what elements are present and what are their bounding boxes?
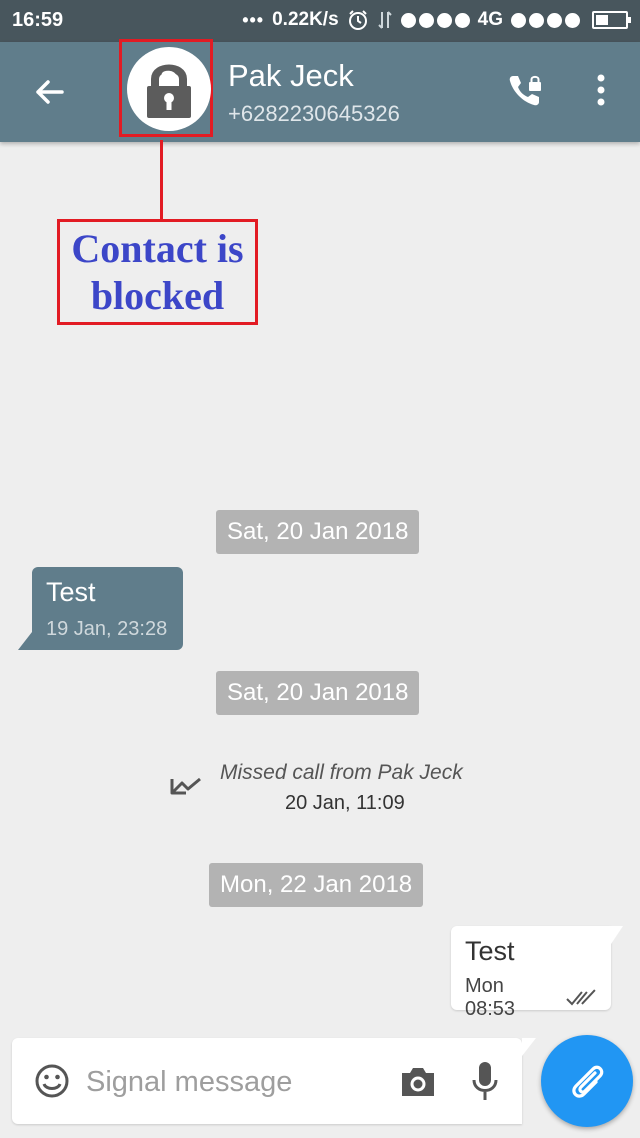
contact-name[interactable]: Pak Jeck xyxy=(228,58,354,94)
message-composer xyxy=(12,1038,536,1124)
message-timestamp: Mon 08:53 xyxy=(465,975,516,1020)
mic-icon xyxy=(472,1062,498,1100)
locked-phone-icon xyxy=(509,75,541,106)
call-button[interactable] xyxy=(505,70,545,110)
missed-call-icon xyxy=(170,777,201,795)
missed-call-timestamp: 20 Jan, 11:09 xyxy=(285,792,405,814)
message-text: Test xyxy=(465,936,515,966)
battery-icon xyxy=(592,11,631,29)
emoji-icon xyxy=(35,1064,69,1098)
padlock-icon xyxy=(147,64,191,118)
paperclip-icon xyxy=(572,1065,604,1098)
missed-call-text[interactable]: Missed call from Pak Jeck xyxy=(220,761,463,785)
message-input[interactable] xyxy=(86,1060,386,1104)
message-meta: Mon 08:53 xyxy=(465,975,597,1021)
message-text: Test xyxy=(46,577,96,607)
date-separator: Sat, 20 Jan 2018 xyxy=(216,671,420,715)
conversation-toolbar: Pak Jeck +6282230645326 xyxy=(0,39,640,142)
contact-number[interactable]: +6282230645326 xyxy=(228,101,400,127)
avatar[interactable] xyxy=(127,47,211,131)
status-bar: 16:59 ••• 0.22K/s 4G xyxy=(0,0,640,42)
emoji-button[interactable] xyxy=(34,1063,70,1099)
more-vertical-icon xyxy=(597,74,605,106)
composer-tail xyxy=(522,1038,536,1056)
more-dots-icon: ••• xyxy=(242,9,265,30)
more-options-button[interactable] xyxy=(588,70,614,110)
mic-button[interactable] xyxy=(470,1060,500,1102)
incoming-message-bubble[interactable]: Test 19 Jan, 23:28 xyxy=(18,567,183,650)
alarm-icon xyxy=(348,10,367,30)
double-check-icon xyxy=(566,989,596,1006)
arrow-left-icon xyxy=(36,80,64,104)
bubble-tail xyxy=(18,632,32,650)
signal-strength-icon-2 xyxy=(511,12,580,28)
status-time: 16:59 xyxy=(12,9,64,31)
annotation-connector-line xyxy=(160,140,163,220)
network-speed: 0.22K/s xyxy=(272,9,339,30)
camera-icon xyxy=(402,1068,434,1096)
blocked-annotation-text: Contact is blocked xyxy=(71,226,244,318)
status-indicators: ••• 0.22K/s 4G xyxy=(242,9,631,31)
back-button[interactable] xyxy=(28,70,72,114)
avatar-highlight-box xyxy=(119,39,213,137)
date-separator: Mon, 22 Jan 2018 xyxy=(209,863,424,907)
blocked-annotation-box: Contact is blocked xyxy=(57,219,258,325)
outgoing-message-bubble[interactable]: Test Mon 08:53 xyxy=(451,926,623,1020)
attach-button[interactable] xyxy=(541,1035,633,1127)
date-separator: Sat, 20 Jan 2018 xyxy=(216,510,420,554)
data-transfer-icon xyxy=(377,11,392,29)
bubble-tail xyxy=(611,926,623,944)
network-type: 4G xyxy=(477,9,503,30)
camera-button[interactable] xyxy=(398,1064,438,1100)
signal-strength-icon xyxy=(400,12,470,28)
message-timestamp: 19 Jan, 23:28 xyxy=(46,618,168,640)
